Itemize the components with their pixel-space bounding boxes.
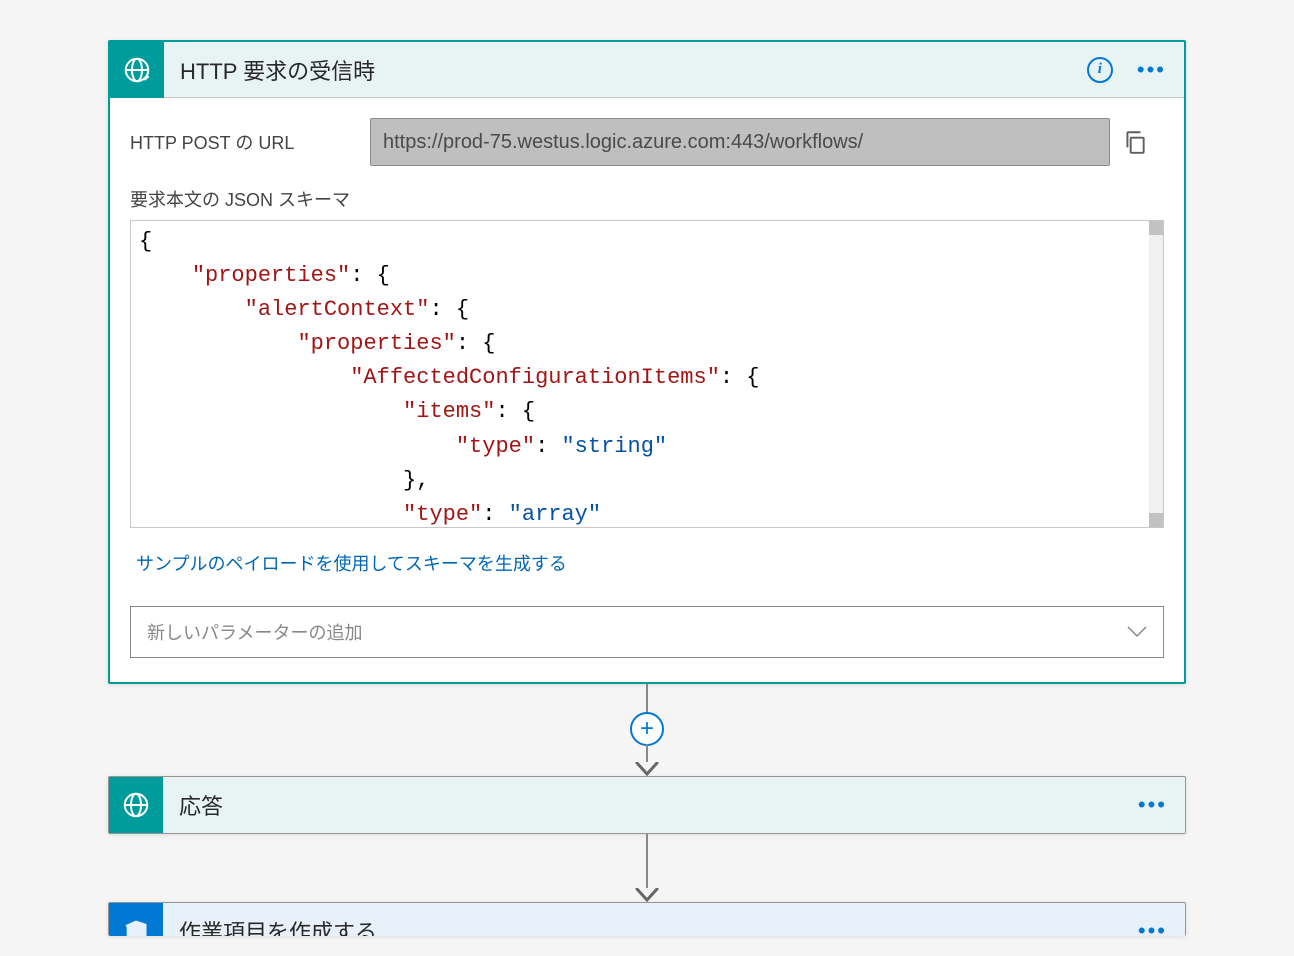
card-title: HTTP 要求の受信時 — [164, 54, 1087, 86]
generate-schema-link[interactable]: サンプルのペイロードを使用してスキーマを生成する — [136, 550, 1164, 576]
card-header[interactable]: 応答 ••• — [109, 777, 1185, 833]
http-globe-icon — [110, 42, 164, 98]
scrollbar-track — [1149, 221, 1163, 527]
create-work-item-card[interactable]: 作業項目を作成する ••• — [108, 902, 1186, 936]
copy-icon[interactable] — [1122, 128, 1164, 156]
chevron-down-icon — [1127, 626, 1147, 638]
connector — [0, 834, 1294, 902]
add-parameter-dropdown[interactable]: 新しいパラメーターの追加 — [130, 606, 1164, 658]
info-icon[interactable]: i — [1087, 57, 1113, 83]
json-schema-editor[interactable]: { "properties": { "alertContext": { "pro… — [130, 220, 1164, 528]
dropdown-placeholder: 新しいパラメーターの追加 — [147, 619, 362, 645]
more-icon[interactable]: ••• — [1137, 57, 1166, 83]
scrollbar-thumb[interactable] — [1149, 221, 1163, 235]
devops-icon — [109, 903, 163, 936]
http-globe-icon — [109, 777, 163, 833]
response-card[interactable]: 応答 ••• — [108, 776, 1186, 834]
http-request-trigger-card: HTTP 要求の受信時 i ••• HTTP POST の URL https:… — [108, 40, 1186, 684]
arrow-down-icon — [635, 888, 659, 902]
add-step-button[interactable]: + — [630, 712, 664, 746]
card-header[interactable]: HTTP 要求の受信時 i ••• — [110, 42, 1184, 98]
schema-label: 要求本文の JSON スキーマ — [130, 186, 1164, 212]
scrollbar-thumb[interactable] — [1149, 513, 1163, 527]
more-icon[interactable]: ••• — [1138, 792, 1167, 818]
card-title: 応答 — [163, 789, 1138, 821]
url-label: HTTP POST の URL — [130, 129, 370, 155]
connector: + — [0, 684, 1294, 776]
http-post-url-field[interactable]: https://prod-75.westus.logic.azure.com:4… — [370, 118, 1110, 166]
card-body: HTTP POST の URL https://prod-75.westus.l… — [110, 98, 1184, 682]
arrow-down-icon — [635, 762, 659, 776]
card-header[interactable]: 作業項目を作成する ••• — [109, 903, 1185, 936]
more-icon[interactable]: ••• — [1138, 918, 1167, 936]
card-title: 作業項目を作成する — [163, 915, 1138, 936]
